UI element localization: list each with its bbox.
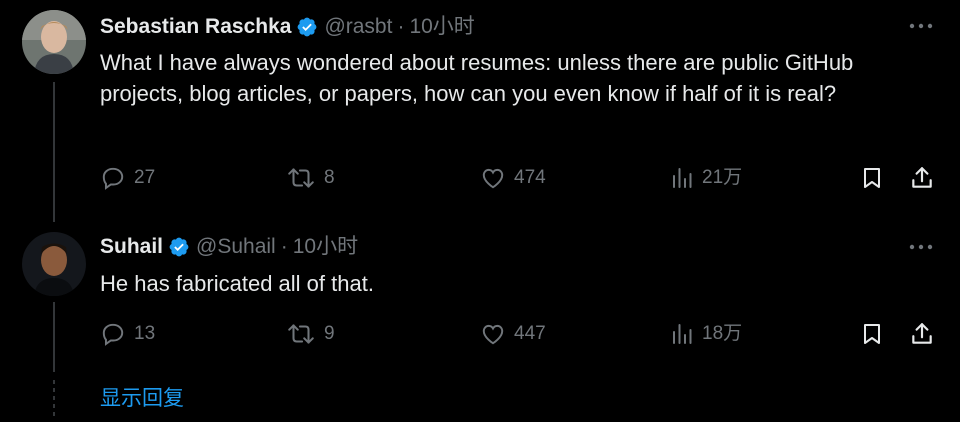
reply-icon <box>102 167 124 190</box>
author-name[interactable]: Suhail <box>100 234 163 260</box>
more-horizontal-icon[interactable] <box>906 237 936 257</box>
reply-icon <box>102 323 124 346</box>
views-count: 18万 <box>702 323 743 344</box>
bookmark-icon <box>864 324 880 344</box>
reply-count: 13 <box>134 323 156 344</box>
post-text: What I have always wondered about resume… <box>100 50 854 106</box>
post-actions: 27 8 474 21万 <box>100 162 940 194</box>
bookmark-icon <box>864 168 880 188</box>
avatar[interactable] <box>22 10 86 74</box>
share-button[interactable] <box>909 162 935 194</box>
views-count: 21万 <box>702 167 743 188</box>
post-actions: 13 9 447 18万 <box>100 318 940 350</box>
post-time[interactable]: 10小时 <box>293 234 358 260</box>
reply-count: 27 <box>134 167 156 188</box>
show-replies-link[interactable]: 显示回复 <box>100 382 184 412</box>
like-button[interactable]: 474 <box>480 162 546 194</box>
views-chart-icon <box>673 324 692 344</box>
post-header: Suhail @Suhail · 10小时 <box>100 234 358 260</box>
separator: · <box>280 235 288 258</box>
bookmark-button[interactable] <box>860 318 884 350</box>
author-name[interactable]: Sebastian Raschka <box>100 14 291 40</box>
views-button[interactable]: 21万 <box>670 162 742 194</box>
share-icon <box>912 167 932 188</box>
post[interactable]: Sebastian Raschka @rasbt · 10小时 What I h… <box>0 0 960 215</box>
thread-more-connector <box>53 380 55 416</box>
repost-count: 9 <box>324 323 335 344</box>
share-icon <box>912 323 932 344</box>
post-time[interactable]: 10小时 <box>409 14 474 40</box>
share-button[interactable] <box>909 318 935 350</box>
like-count: 474 <box>514 167 546 188</box>
avatar-image <box>22 232 86 296</box>
reply-button[interactable]: 27 <box>100 162 155 194</box>
repost-count: 8 <box>324 167 335 188</box>
author-handle[interactable]: @Suhail <box>196 234 276 260</box>
more-horizontal-icon[interactable] <box>906 16 936 36</box>
avatar[interactable] <box>22 232 86 296</box>
repost-button[interactable]: 8 <box>286 162 335 194</box>
heart-icon <box>482 168 504 189</box>
separator: · <box>397 15 405 38</box>
repost-button[interactable]: 9 <box>286 318 335 350</box>
heart-icon <box>482 324 504 345</box>
repost-icon <box>288 324 314 344</box>
verified-badge-icon <box>168 236 190 258</box>
avatar-image <box>22 10 86 74</box>
author-handle[interactable]: @rasbt <box>324 14 392 40</box>
repost-icon <box>288 168 314 188</box>
post-text: He has fabricated all of that. <box>100 271 374 296</box>
reply-button[interactable]: 13 <box>100 318 155 350</box>
post-header: Sebastian Raschka @rasbt · 10小时 <box>100 14 475 40</box>
post[interactable]: Suhail @Suhail · 10小时 He has fabricated … <box>0 220 960 370</box>
views-chart-icon <box>673 168 692 188</box>
views-button[interactable]: 18万 <box>670 318 742 350</box>
like-button[interactable]: 447 <box>480 318 546 350</box>
verified-badge-icon <box>296 16 318 38</box>
bookmark-button[interactable] <box>860 162 884 194</box>
like-count: 447 <box>514 323 546 344</box>
